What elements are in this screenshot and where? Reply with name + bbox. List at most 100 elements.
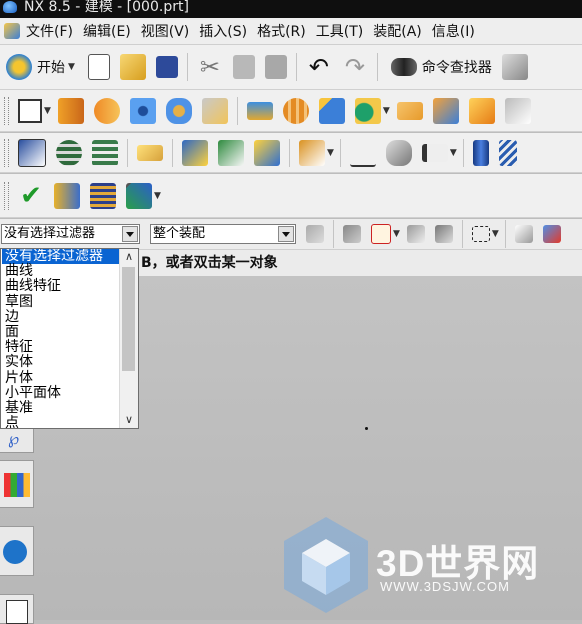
blend-icon[interactable] (432, 97, 459, 124)
undo-icon[interactable]: ↶ (306, 54, 332, 80)
spring-icon[interactable] (498, 139, 517, 166)
chevron-down-icon[interactable]: ▼ (492, 229, 499, 239)
type-filter-option[interactable]: 曲线 (2, 263, 120, 279)
text-note-icon[interactable] (137, 144, 163, 161)
menu-edit[interactable]: 编辑(E) (83, 21, 141, 41)
selection-scope-combo[interactable]: 整个装配 (150, 224, 296, 244)
type-filter-option[interactable]: 曲线特征 (2, 279, 120, 294)
type-filter-list: 没有选择过滤器 曲线 曲线特征 草图 边 面 特征 实体 片体 小平面体 基准 … (2, 249, 120, 428)
chevron-down-icon[interactable]: ▼ (393, 229, 400, 239)
copy-icon[interactable] (232, 55, 255, 79)
pad-icon[interactable] (246, 101, 273, 120)
menu-information[interactable]: 信息(I) (432, 21, 485, 41)
resource-tab-web-browser[interactable] (0, 526, 34, 576)
new-file-icon[interactable] (87, 54, 110, 80)
start-label: 开始 (37, 60, 65, 76)
redo-icon[interactable]: ↷ (342, 54, 368, 80)
type-filter-option[interactable]: 小平面体 (2, 385, 120, 401)
chevron-down-icon[interactable]: ▼ (383, 106, 390, 116)
menu-format[interactable]: 格式(R) (257, 21, 316, 41)
view-orientation-icon[interactable] (514, 225, 533, 243)
chevron-down-icon[interactable]: ▼ (450, 148, 457, 158)
filter-reset-icon[interactable] (306, 225, 324, 243)
paste-icon[interactable] (264, 55, 287, 79)
touch-mode-icon[interactable] (501, 54, 528, 80)
menu-insert[interactable]: 插入(S) (199, 21, 257, 41)
check-geometry-icon[interactable]: ✔ (18, 183, 44, 209)
chevron-down-icon[interactable]: ▼ (68, 62, 75, 72)
layers-icon[interactable] (56, 139, 82, 166)
point-snap-icon[interactable] (371, 224, 391, 244)
wcs-icon[interactable] (126, 182, 152, 209)
extrude-icon[interactable] (57, 97, 84, 124)
toolbar-grip[interactable] (4, 138, 9, 167)
type-filter-option[interactable]: 基准 (2, 400, 120, 416)
type-filter-option[interactable]: 没有选择过滤器 (2, 249, 120, 265)
datum-plane-icon[interactable] (354, 97, 381, 124)
scrollbar-thumb[interactable] (122, 267, 135, 371)
type-filter-dropdown[interactable]: 没有选择过滤器 曲线 曲线特征 草图 边 面 特征 实体 片体 小平面体 基准 … (0, 248, 139, 429)
cut-icon[interactable]: ✂ (197, 54, 223, 80)
save-icon[interactable] (155, 56, 178, 78)
curve-icon[interactable] (349, 139, 376, 167)
attribute-icon[interactable] (299, 139, 325, 166)
chamfer-icon[interactable] (468, 97, 495, 124)
resource-tab-partial[interactable]: ℘ (0, 425, 34, 453)
quick-pick-icon[interactable] (406, 225, 425, 243)
groove-icon[interactable] (282, 97, 309, 124)
dropdown-scrollbar[interactable]: ∧ ∨ (119, 249, 138, 428)
trim-body-icon[interactable] (218, 139, 244, 166)
menu-file[interactable]: 文件(F) (26, 21, 83, 41)
cylinder-icon[interactable] (472, 139, 489, 166)
chevron-down-icon[interactable]: ▼ (44, 106, 51, 116)
type-filter-option[interactable]: 实体 (2, 355, 120, 370)
chevron-down-icon[interactable]: ▼ (327, 148, 334, 158)
start-button[interactable]: 开始 ▼ (4, 54, 77, 80)
scroll-up-icon[interactable]: ∧ (120, 249, 138, 265)
pocket-icon[interactable] (201, 97, 228, 124)
chevron-down-icon[interactable]: ▼ (154, 191, 161, 201)
chevron-down-icon[interactable] (122, 226, 138, 242)
toolbar-grip[interactable] (4, 181, 9, 210)
boss-icon[interactable] (165, 97, 192, 124)
assembly-navigator-icon[interactable] (18, 138, 46, 167)
type-filter-option[interactable]: 特征 (2, 339, 120, 355)
chevron-down-icon[interactable] (278, 226, 294, 242)
block-icon[interactable] (396, 101, 423, 120)
scroll-down-icon[interactable]: ∨ (120, 412, 138, 428)
toolbar-grip[interactable] (4, 96, 9, 125)
library-books-icon (4, 473, 30, 497)
menu-view[interactable]: 视图(V) (141, 21, 200, 41)
type-filter-option[interactable]: 草图 (2, 294, 120, 310)
revolve-icon[interactable] (93, 97, 120, 124)
command-finder-button[interactable]: 命令查找器 (386, 57, 492, 77)
shell-icon[interactable] (504, 97, 531, 124)
surface-icon[interactable] (385, 139, 412, 166)
rectangle-select-icon[interactable] (471, 226, 490, 242)
pattern-icon[interactable] (318, 97, 345, 124)
clearance-analysis-icon[interactable] (54, 182, 80, 209)
part-list-icon[interactable] (90, 182, 116, 209)
menu-assemblies[interactable]: 装配(A) (373, 21, 432, 41)
menu-tools[interactable]: 工具(T) (316, 21, 373, 41)
watermark: 3D世界网 WWW.3DSJW.COM (280, 515, 580, 615)
open-folder-icon[interactable] (119, 54, 146, 80)
select-features-icon[interactable] (434, 225, 453, 243)
menu-app-icon[interactable] (4, 23, 20, 39)
resource-tab-reuse-library[interactable] (0, 460, 34, 508)
move-object-icon[interactable] (182, 139, 208, 166)
sketch-icon[interactable] (18, 98, 42, 123)
type-filter-option[interactable]: 面 (2, 324, 120, 340)
type-filter-option[interactable]: 点 (2, 415, 120, 428)
type-filter-option[interactable]: 片体 (2, 370, 120, 386)
separator (127, 138, 128, 167)
type-filter-combo[interactable]: 没有选择过滤器 (1, 224, 140, 244)
hole-icon[interactable] (129, 97, 156, 124)
point-set-icon[interactable] (421, 143, 448, 162)
replace-face-icon[interactable] (254, 139, 280, 166)
snap-icon[interactable] (343, 225, 361, 243)
layer-settings-icon[interactable] (92, 139, 118, 166)
type-filter-option[interactable]: 边 (2, 309, 120, 325)
shaded-cube-icon[interactable] (542, 225, 561, 243)
assembly-toolbar: ▼ ▼ (0, 133, 582, 173)
